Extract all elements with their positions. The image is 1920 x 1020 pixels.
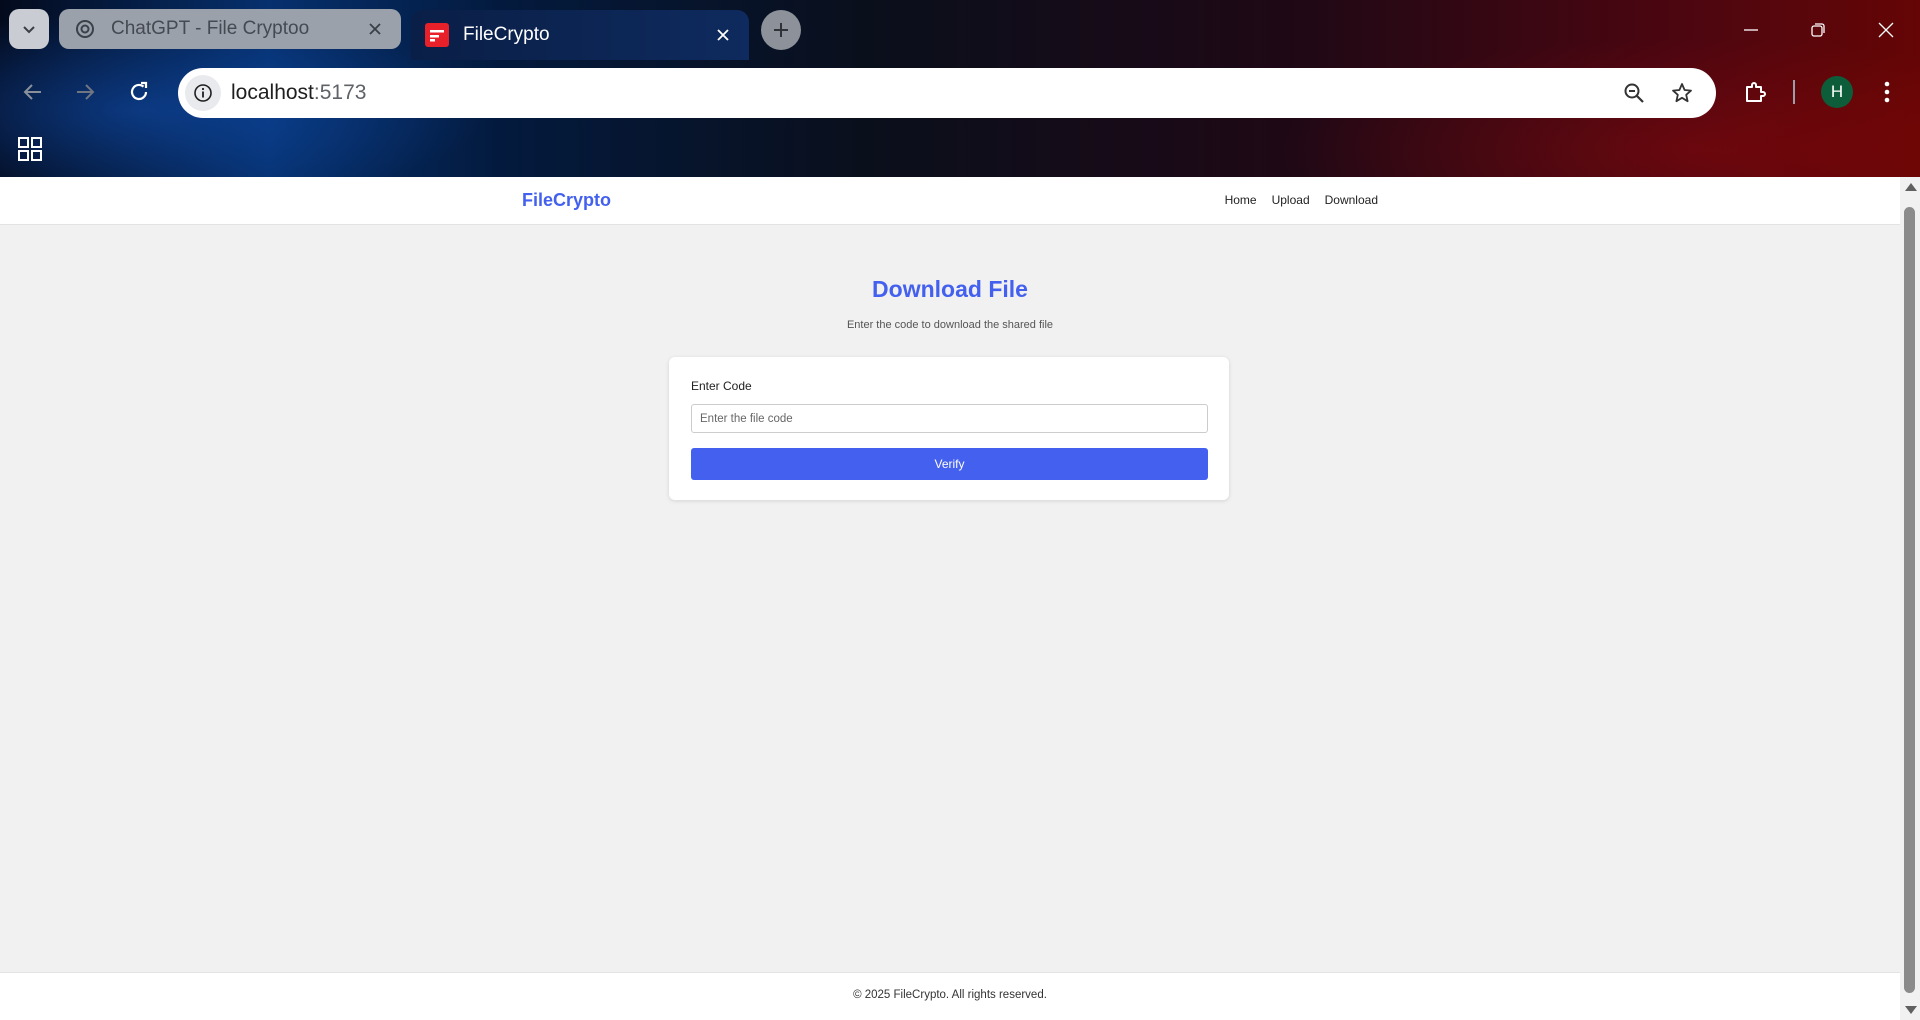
chevron-down-icon: [23, 26, 35, 34]
download-form-card: Enter Code Verify: [669, 357, 1229, 500]
address-bar[interactable]: localhost:5173: [178, 68, 1716, 118]
tab-search-button[interactable]: [9, 9, 49, 49]
brand-logo[interactable]: FileCrypto: [522, 190, 611, 211]
toolbar-separator: [1793, 80, 1795, 104]
new-tab-button[interactable]: [761, 10, 801, 50]
code-label: Enter Code: [691, 379, 752, 393]
puzzle-icon: [1746, 82, 1766, 102]
bookmarks-bar: [0, 124, 1920, 177]
nav-home-link[interactable]: Home: [1225, 193, 1257, 207]
verify-button[interactable]: Verify: [691, 448, 1208, 480]
restore-icon: [1811, 23, 1825, 37]
restore-button[interactable]: [1798, 10, 1838, 50]
apps-grid-icon[interactable]: [16, 135, 44, 163]
bookmark-button[interactable]: [1666, 77, 1698, 109]
star-icon: [1672, 83, 1692, 103]
site-header: FileCrypto Home Upload Download: [0, 177, 1900, 225]
site-info-button[interactable]: [185, 75, 221, 111]
url-text[interactable]: localhost:5173: [231, 81, 366, 105]
zoom-button[interactable]: [1618, 77, 1650, 109]
reload-button[interactable]: [119, 72, 159, 112]
main-nav: Home Upload Download: [1225, 193, 1378, 207]
profile-avatar[interactable]: H: [1821, 76, 1853, 108]
back-button[interactable]: [13, 72, 53, 112]
browser-menu-button[interactable]: [1867, 72, 1907, 112]
chatgpt-icon: [73, 17, 97, 41]
info-icon: [194, 84, 212, 102]
reload-icon: [130, 81, 148, 101]
close-icon[interactable]: [711, 23, 735, 47]
tab-filecrypto[interactable]: FileCrypto: [411, 10, 749, 60]
close-icon: [1878, 22, 1894, 38]
arrow-left-icon: [23, 84, 41, 100]
nav-download-link[interactable]: Download: [1325, 193, 1378, 207]
filecrypto-favicon: [425, 23, 449, 47]
tab-title: ChatGPT - File Cryptoo: [111, 18, 310, 39]
close-icon[interactable]: [363, 17, 387, 41]
scrollbar-thumb[interactable]: [1904, 207, 1915, 993]
page-scrollbar[interactable]: [1900, 177, 1920, 1020]
nav-upload-link[interactable]: Upload: [1272, 193, 1310, 207]
file-code-input[interactable]: [691, 404, 1208, 433]
page-subtitle: Enter the code to download the shared fi…: [846, 319, 1054, 331]
page-title: Download File: [872, 276, 1028, 302]
scroll-up-arrow-icon[interactable]: [1905, 183, 1917, 191]
more-vertical-icon: [1884, 81, 1890, 103]
tab-title: FileCrypto: [463, 24, 550, 45]
arrow-right-icon: [77, 84, 95, 100]
scroll-down-arrow-icon[interactable]: [1905, 1006, 1917, 1014]
browser-toolbar: localhost:5173 H: [0, 60, 1920, 124]
tab-chatgpt[interactable]: ChatGPT - File Cryptoo: [59, 9, 401, 49]
minimize-icon: [1744, 29, 1758, 31]
url-port: :5173: [313, 81, 367, 104]
zoom-out-icon: [1624, 83, 1644, 103]
browser-chrome: ChatGPT - File Cryptoo FileCrypto localh…: [0, 0, 1920, 177]
tab-strip: ChatGPT - File Cryptoo FileCrypto: [0, 0, 1920, 60]
url-host: localhost: [231, 81, 314, 104]
page-viewport: FileCrypto Home Upload Download Download…: [0, 177, 1900, 1020]
footer-copyright: © 2025 FileCrypto. All rights reserved.: [853, 989, 1047, 1001]
plus-icon: [774, 23, 788, 37]
close-window-button[interactable]: [1866, 10, 1906, 50]
extensions-button[interactable]: [1735, 72, 1775, 112]
site-footer: © 2025 FileCrypto. All rights reserved.: [0, 972, 1900, 1020]
minimize-button[interactable]: [1731, 10, 1771, 50]
forward-button[interactable]: [65, 72, 105, 112]
